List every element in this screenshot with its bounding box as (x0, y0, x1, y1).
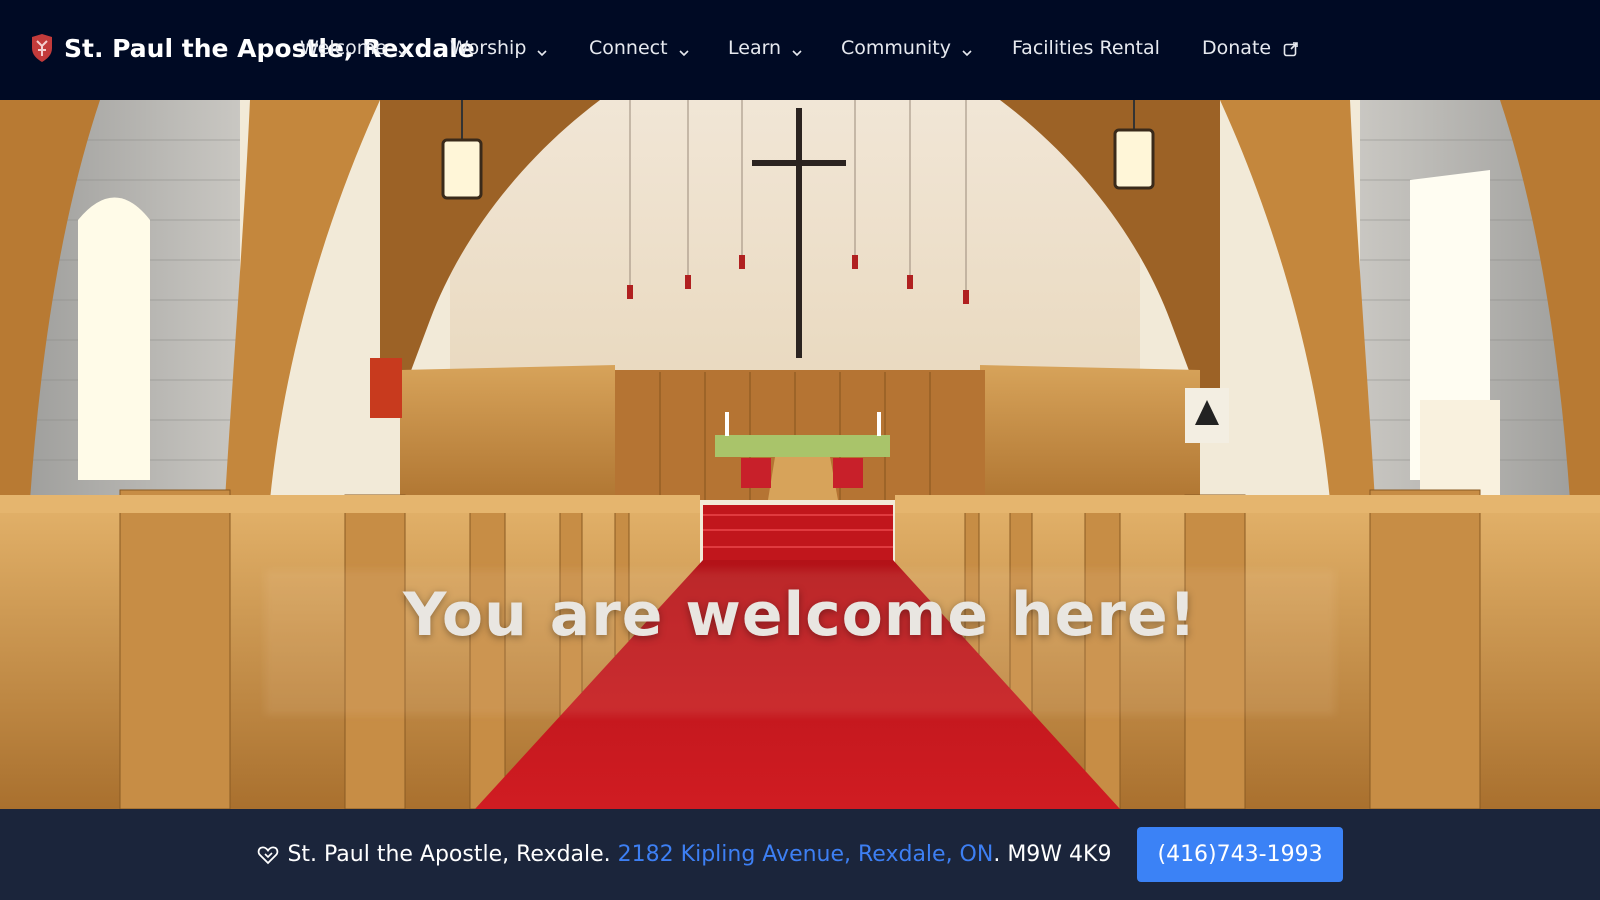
nav-worship[interactable]: Worship (450, 30, 548, 66)
nav-welcome-label: Welcome (300, 37, 387, 59)
nav-community[interactable]: Community (841, 30, 973, 66)
postal-separator: . (993, 842, 1001, 867)
contact-bar: St. Paul the Apostle, Rexdale. 2182 Kipl… (0, 809, 1600, 900)
chevron-down-icon (961, 42, 973, 57)
phone-button[interactable]: (416)743-1993 (1137, 827, 1343, 882)
nav-connect[interactable]: Connect (589, 30, 690, 66)
chevron-down-icon (536, 42, 548, 57)
nav-facilities-rental-label: Facilities Rental (1012, 37, 1160, 59)
nav-learn[interactable]: Learn (728, 30, 803, 66)
external-link-icon (1283, 40, 1299, 57)
hero-banner: You are welcome here! (0, 100, 1600, 809)
nav-welcome[interactable]: Welcome (300, 30, 409, 66)
site-title: St. Paul the Apostle, Rexdale (64, 33, 475, 63)
heart-handshake-icon (257, 844, 279, 866)
postal-code: M9W 4K9 (1007, 842, 1112, 867)
chevron-down-icon (791, 42, 803, 57)
nav-donate-label: Donate (1202, 37, 1272, 59)
site-header: St. Paul the Apostle, Rexdale Welcome Wo… (0, 0, 1600, 100)
chevron-down-icon (397, 42, 409, 57)
address-link[interactable]: 2182 Kipling Avenue, Rexdale, ON (618, 842, 994, 867)
nav-worship-label: Worship (450, 37, 527, 59)
nav-community-label: Community (841, 37, 951, 59)
nav-facilities-rental[interactable]: Facilities Rental (1012, 30, 1160, 66)
church-interior-photo (0, 100, 1600, 809)
church-name: St. Paul the Apostle, Rexdale. (287, 842, 611, 867)
nav-learn-label: Learn (728, 37, 782, 59)
contact-info: St. Paul the Apostle, Rexdale. 2182 Kipl… (257, 827, 1343, 882)
nav-donate[interactable]: Donate (1202, 30, 1299, 66)
nav-connect-label: Connect (589, 37, 668, 59)
shield-logo-icon (30, 34, 54, 62)
chevron-down-icon (678, 42, 690, 57)
